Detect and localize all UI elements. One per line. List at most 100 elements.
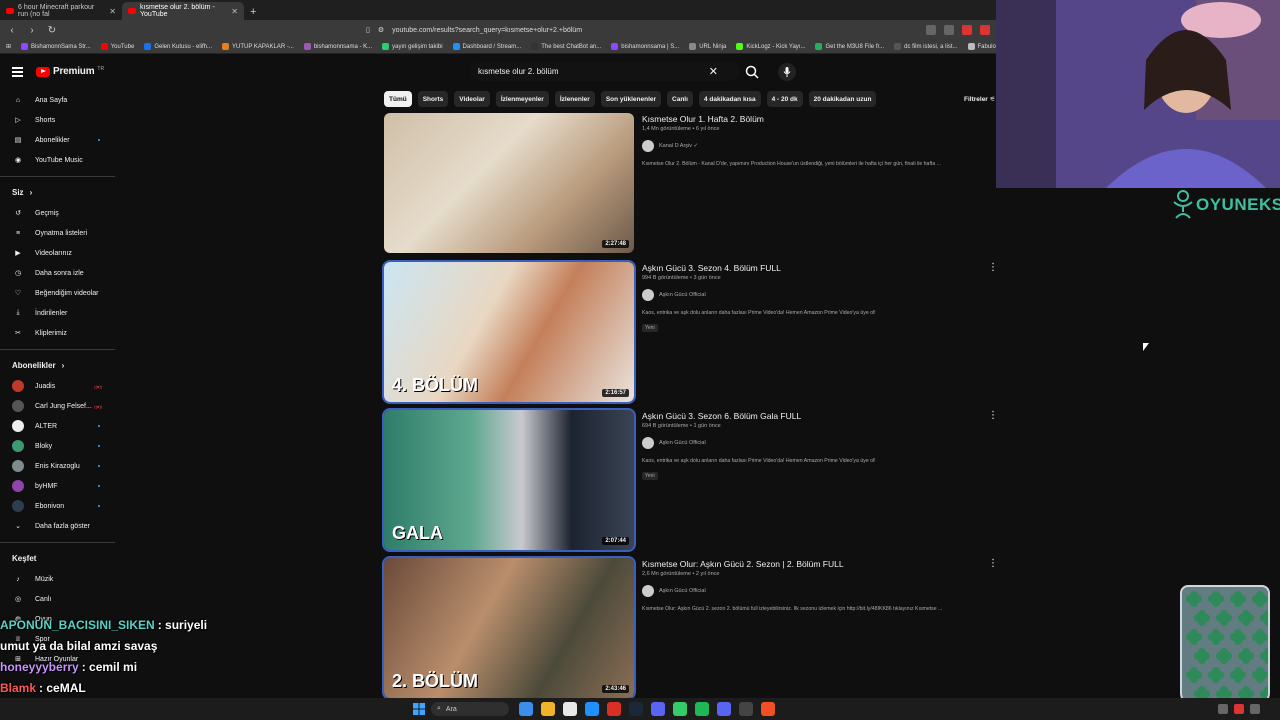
back-icon[interactable]: ‹ bbox=[6, 25, 18, 36]
bookmark-item[interactable]: Dashboard / Stream... bbox=[452, 43, 521, 50]
apps-grid-icon[interactable]: ⊞ bbox=[6, 43, 11, 50]
section-header-subscriptions[interactable]: Abonelikler › bbox=[0, 354, 115, 376]
youtube-logo[interactable]: Premium TR bbox=[36, 66, 104, 77]
search-icon[interactable] bbox=[744, 64, 760, 80]
more-options-icon[interactable]: ⋮ bbox=[988, 410, 998, 421]
brave-shield-icon[interactable] bbox=[962, 25, 972, 35]
taskbar-app-icon[interactable] bbox=[673, 702, 687, 716]
bookmark-item[interactable]: bishamonnsama | S... bbox=[611, 43, 679, 50]
clear-search-icon[interactable]: ✕ bbox=[709, 65, 718, 78]
filter-chip[interactable]: Son yüklenenler bbox=[600, 91, 662, 107]
bookmark-item[interactable]: YUTUP KAPAKLAR -... bbox=[222, 43, 294, 50]
taskbar-app-icon[interactable] bbox=[739, 702, 753, 716]
show-more-button[interactable]: ⌄ Daha fazla göster bbox=[0, 516, 115, 536]
subscription-channel[interactable]: Bloky bbox=[0, 436, 115, 456]
filter-chip[interactable]: Shorts bbox=[417, 91, 449, 107]
taskbar-app-icon[interactable] bbox=[585, 702, 599, 716]
filter-chip[interactable]: 20 dakikadan uzun bbox=[808, 91, 877, 107]
taskbar-app-icon[interactable] bbox=[651, 702, 665, 716]
system-tray[interactable] bbox=[1218, 704, 1260, 714]
sidebar-item-kliplerimiz[interactable]: ✂ Kliplerimiz bbox=[0, 323, 115, 343]
share-icon[interactable] bbox=[944, 25, 954, 35]
video-result[interactable]: 2:27:48 Kısmetse Olur 1. Hafta 2. Bölüm 1,… bbox=[384, 113, 996, 253]
filter-chip[interactable]: İzlenmeyenler bbox=[495, 91, 549, 107]
subscription-channel[interactable]: Juadis ((●)) bbox=[0, 376, 115, 396]
filter-chip[interactable]: 4 dakikadan kısa bbox=[698, 91, 761, 107]
sidebar-item-m-zik[interactable]: ♪ Müzik bbox=[0, 569, 115, 589]
video-thumbnail[interactable]: 2. BÖLÜM 2:43:46 bbox=[382, 556, 636, 700]
bookmark-item[interactable]: BishamonnSama Str... bbox=[21, 43, 91, 50]
channel-link[interactable]: Aşkın Gücü Official bbox=[642, 437, 992, 449]
tray-icon[interactable] bbox=[1218, 704, 1228, 714]
bookmark-item[interactable]: yayın gelişim takibi bbox=[382, 43, 443, 50]
video-title[interactable]: Kısmetse Olur 1. Hafta 2. Bölüm bbox=[642, 113, 992, 125]
more-options-icon[interactable]: ⋮ bbox=[988, 262, 998, 273]
channel-link[interactable]: Kanal D Arşiv ✓ bbox=[642, 140, 992, 152]
subscription-channel[interactable]: Carl Jung Felsef... ((●)) bbox=[0, 396, 115, 416]
subscription-channel[interactable]: Enis Kirazoglu bbox=[0, 456, 115, 476]
subscription-channel[interactable]: ALTER bbox=[0, 416, 115, 436]
taskbar-app-icon[interactable] bbox=[519, 702, 533, 716]
windows-start-icon[interactable] bbox=[413, 703, 425, 715]
voice-search-icon[interactable] bbox=[778, 63, 796, 81]
sidebar-item-ge-mi-[interactable]: ↺ Geçmiş bbox=[0, 203, 115, 223]
sidebar-item-daha-sonra-izle[interactable]: ◷ Daha sonra izle bbox=[0, 263, 115, 283]
brave-rewards-icon[interactable] bbox=[980, 25, 990, 35]
tab-close-icon[interactable]: ✕ bbox=[231, 7, 238, 16]
filter-chip[interactable]: Tümü bbox=[384, 91, 412, 107]
more-options-icon[interactable]: ⋮ bbox=[988, 558, 998, 569]
bookmark-item[interactable]: dc film istesi, a list... bbox=[894, 43, 958, 50]
menu-icon[interactable] bbox=[12, 67, 23, 79]
sidebar-item-videolar-n-z[interactable]: ▶ Videolarınız bbox=[0, 243, 115, 263]
bookmark-item[interactable]: Get the M3U8 File fr... bbox=[815, 43, 884, 50]
bookmark-item[interactable]: Fabulous - bbox=[967, 43, 996, 50]
bookmark-item[interactable]: The best ChatBot an... bbox=[531, 43, 601, 50]
reload-icon[interactable]: ↻ bbox=[46, 25, 58, 36]
sidebar-item-be-endi-im-videolar[interactable]: ♡ Beğendiğim videolar bbox=[0, 283, 115, 303]
subscription-channel[interactable]: Ebonivon bbox=[0, 496, 115, 516]
taskbar-app-icon[interactable] bbox=[717, 702, 731, 716]
tray-icon[interactable] bbox=[1250, 704, 1260, 714]
video-result[interactable]: GALA 2:07:44 Aşkın Gücü 3. Sezon 6. Bölüm … bbox=[382, 408, 998, 552]
bookmark-item[interactable]: YouTube bbox=[100, 43, 134, 50]
sidebar-item-ana-sayfa[interactable]: ⌂ Ana Sayfa bbox=[0, 90, 115, 110]
sidebar-item-shorts[interactable]: ▷ Shorts bbox=[0, 110, 115, 130]
video-title[interactable]: Aşkın Gücü 3. Sezon 4. Bölüm FULL bbox=[642, 262, 992, 274]
cast-icon[interactable] bbox=[926, 25, 936, 35]
bookmark-item[interactable]: Gelen Kutusu - elifh... bbox=[144, 43, 212, 50]
video-result[interactable]: 2. BÖLÜM 2:43:46 Kısmetse Olur: Aşkın Gücü… bbox=[382, 556, 998, 700]
bookmark-item[interactable]: KickLogz - Kick Yayı... bbox=[736, 43, 805, 50]
bookmark-icon[interactable]: ▯ bbox=[366, 26, 370, 34]
filter-chip[interactable]: Videolar bbox=[454, 91, 490, 107]
video-thumbnail[interactable]: GALA 2:07:44 bbox=[382, 408, 636, 552]
bookmark-item[interactable]: URL Ninja bbox=[689, 43, 726, 50]
sidebar-item-oynatma-listeleri[interactable]: ≡ Oynatma listeleri bbox=[0, 223, 115, 243]
video-title[interactable]: Kısmetse Olur: Aşkın Gücü 2. Sezon | 2. … bbox=[642, 558, 992, 570]
channel-link[interactable]: Aşkın Gücü Official bbox=[642, 585, 992, 597]
taskbar-app-icon[interactable] bbox=[629, 702, 643, 716]
search-input[interactable]: kısmetse olur 2. bölüm ✕ bbox=[470, 62, 740, 81]
taskbar-search[interactable]: ⌕ Ara bbox=[431, 702, 509, 716]
browser-tab-active[interactable]: kısmetse olur 2. bölüm - YouTube ✕ bbox=[122, 2, 244, 20]
video-thumbnail[interactable]: 4. BÖLÜM 2:16:57 bbox=[382, 260, 636, 404]
sidebar-item-abonelikler[interactable]: ▤ Abonelikler bbox=[0, 130, 115, 150]
taskbar-app-icon[interactable] bbox=[563, 702, 577, 716]
filter-chip[interactable]: İzlenenler bbox=[554, 91, 595, 107]
video-title[interactable]: Aşkın Gücü 3. Sezon 6. Bölüm Gala FULL bbox=[642, 410, 992, 422]
taskbar-app-icon[interactable] bbox=[607, 702, 621, 716]
tab-close-icon[interactable]: ✕ bbox=[109, 7, 116, 16]
subscription-channel[interactable]: byHMF bbox=[0, 476, 115, 496]
filters-button[interactable]: Filtreler ⚟ bbox=[964, 95, 995, 103]
site-info-icon[interactable]: ⚙ bbox=[378, 26, 384, 34]
filter-chip[interactable]: 4 - 20 dk bbox=[766, 91, 803, 107]
sidebar-item-i-ndirilenler[interactable]: ⤓ İndirilenler bbox=[0, 303, 115, 323]
channel-link[interactable]: Aşkın Gücü Official bbox=[642, 289, 992, 301]
sidebar-item-youtube-music[interactable]: ◉ YouTube Music bbox=[0, 150, 115, 170]
sidebar-item-canl-[interactable]: ◎ Canlı bbox=[0, 589, 115, 609]
browser-tab[interactable]: 6 hour Minecraft parkour run (no fal ✕ bbox=[0, 2, 122, 20]
new-tab-icon[interactable]: + bbox=[244, 6, 262, 20]
video-result[interactable]: 4. BÖLÜM 2:16:57 Aşkın Gücü 3. Sezon 4. Bö… bbox=[382, 260, 998, 404]
taskbar-app-icon[interactable] bbox=[761, 702, 775, 716]
taskbar-app-icon[interactable] bbox=[541, 702, 555, 716]
url-field[interactable]: ▯ ⚙ youtube.com/results?search_query=kıs… bbox=[366, 23, 846, 37]
